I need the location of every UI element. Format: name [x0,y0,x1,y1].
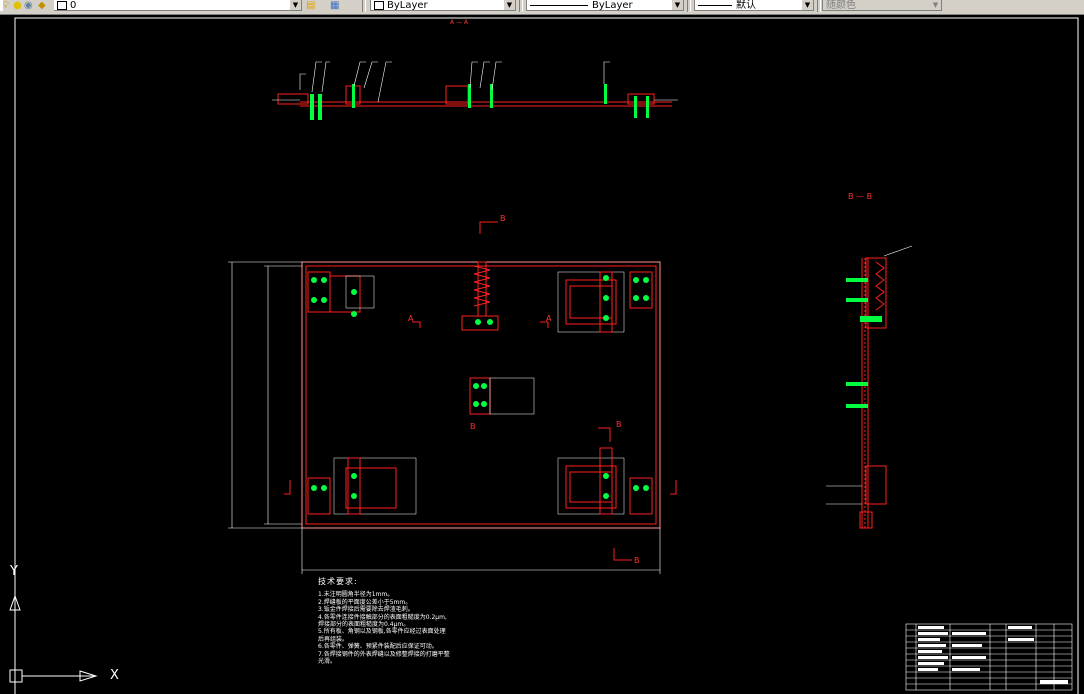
ucs-x-label: X [110,668,119,683]
properties-toolbar: 💡︎ ● ◉ ◆ 0 ▼ ▤ ▦ ByLayer ▼ ByLayer ▼ 默认 … [0,0,1084,15]
section-label-b-top: B [500,214,506,223]
section-label-b-mid-right: B [616,420,622,429]
color-control-dropdown[interactable]: ByLayer ▼ [370,0,516,11]
tech-requirement-item: 5.所有板、角钢以及钢板,各零件应经过表面处理 [318,628,446,636]
tech-requirement-item: 4.各零件连接件接触部分的表面粗糙度为0.2μm, [318,613,447,621]
toolbar-separator [519,0,523,12]
section-label-b-bottom: B [634,556,640,565]
lineweight-sample [698,4,732,6]
lineweight-control-dropdown[interactable]: 默认 ▼ [694,0,814,11]
plotstyle-control-value: 随颜色 [826,0,856,11]
chevron-down-icon[interactable]: ▼ [290,0,301,10]
model-space-canvas[interactable]: A — A B — B [0,14,1084,694]
linetype-control-value: ByLayer [592,0,633,11]
chevron-down-icon[interactable]: ▼ [802,0,813,10]
layer-value: 0 [70,0,77,11]
chevron-down-icon[interactable]: ▼ [672,0,683,10]
ucs-icon [9,584,98,683]
section-label-a-left: A [408,314,414,323]
lock-icon[interactable]: ◉ [24,0,33,11]
tech-requirement-item: 7.各焊接钢件的外表焊缝以及修整焊接的打磨平整 [318,650,450,658]
title-block-fill [918,626,1068,684]
section-label-a-right: A [546,314,552,323]
tech-requirement-item: 1.未注明圆角半径为1mm。 [318,591,394,599]
layer-dropdown[interactable]: 0 ▼ [54,0,302,11]
lineweight-control-value: 默认 [736,0,756,11]
linetype-control-dropdown[interactable]: ByLayer ▼ [526,0,684,11]
sun-icon[interactable]: ● [13,0,22,11]
layer-previous-icon[interactable]: ▦ [330,0,339,11]
tech-requirement-item: 3.钣金件焊接后需要除去焊渣毛刺。 [318,606,414,614]
linetype-sample [530,4,588,6]
section-view-b [826,245,913,529]
toolbar-separator [817,0,821,12]
toolbar-separator [362,0,366,12]
layer-color-swatch [57,0,67,10]
ucs-y-label: Y [10,564,18,579]
technical-requirements: 技术要求: 1.未注明圆角半径为1mm。 2.焊缝板的平面度公差小于5mm。 3… [318,577,488,666]
plan-view [228,221,677,574]
chevron-down-icon: ▼ [930,0,941,10]
drawing-frame [14,17,1079,694]
freeze-icon[interactable]: ◆ [38,0,46,11]
section-mark-a: A — A [450,19,469,26]
toolbar-separator [687,0,691,12]
tech-requirement-item: 光滑。 [318,658,337,666]
tech-requirement-item: 6.各零件、弹簧、预紧件装配后应保证可动。 [318,643,438,651]
section-label-b-mid-left: B [470,422,476,431]
plotstyle-control-dropdown: 随颜色 ▼ [822,0,942,11]
color-control-value: ByLayer [387,0,428,11]
make-current-layer-icon[interactable]: ▤ [306,0,315,11]
section-label-b: B — B [848,192,872,201]
color-swatch [374,0,384,10]
chevron-down-icon[interactable]: ▼ [504,0,515,10]
section-view-a [272,61,678,120]
bulb-on-icon[interactable]: 💡︎ [2,0,9,11]
tech-requirements-title: 技术要求: [318,577,358,586]
